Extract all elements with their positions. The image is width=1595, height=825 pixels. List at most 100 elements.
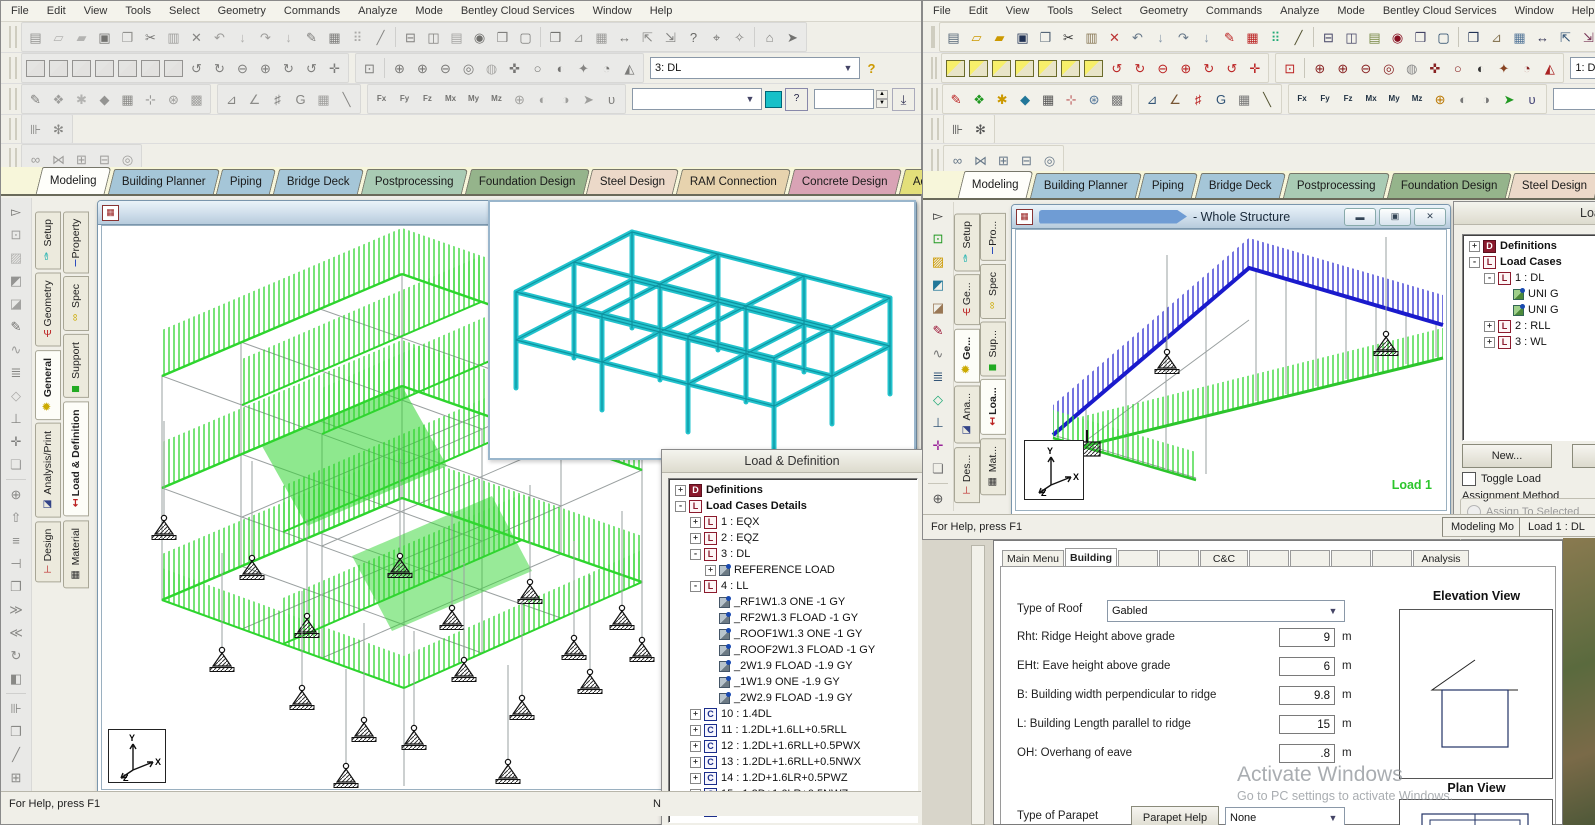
view-iso-se-icon[interactable] [946,59,966,77]
toolbar-grip[interactable] [931,88,938,110]
select-geometry-icon[interactable]: ◇ [926,388,950,411]
new-view-icon[interactable]: ❒ [1462,26,1485,49]
split-beam-icon[interactable]: ╲ [1256,88,1279,111]
rotate-ccw-icon[interactable]: ↺ [300,57,323,80]
insert-node-icon[interactable]: ❖ [968,88,991,111]
spin-right-icon[interactable]: ⊕ [1174,57,1197,80]
menu-analyze[interactable]: Analyze [1280,5,1319,17]
tab-bridge-deck[interactable]: Bridge Deck [1195,173,1287,198]
view-front-icon[interactable] [141,59,160,77]
zoom-in-icon[interactable]: ⊕ [1331,57,1354,80]
render-view-icon[interactable]: ⌂ [758,26,781,49]
refresh-view-icon[interactable]: ↻ [4,644,28,667]
previous-view-icon[interactable]: ≪ [4,621,28,644]
view-iso-ne-icon[interactable] [992,59,1012,77]
select-group-icon[interactable]: ❏ [4,453,28,476]
view-iso-sw-icon[interactable] [969,59,989,77]
tree-item-rf1w1-3-one-1-gy[interactable]: _RF1W1.3 ONE -1 GY [673,594,917,610]
copy-view-icon[interactable]: ❐ [4,575,28,598]
collapse-icon[interactable]: - [1469,256,1480,268]
toggle-load-checkbox[interactable]: Toggle Load [1462,472,1541,486]
page-tab-ana[interactable]: ◪ Ana... [954,385,980,444]
tab-modeling[interactable]: Modeling [957,171,1034,198]
tree-item-3-dl[interactable]: -L 3 : DL [673,546,917,562]
query-icon[interactable]: ✧ [728,26,751,49]
node-labels-icon[interactable]: ⇱ [1554,26,1577,49]
seismic-load-icon[interactable]: ➤ [577,88,600,111]
expand-icon[interactable]: + [690,532,701,544]
delete-icon[interactable]: ✕ [1103,26,1126,49]
tree-item-1w1-9-one-1-9-gy[interactable]: _1W1.9 ONE -1.9 GY [673,674,917,690]
zoom-out-icon[interactable]: ⊖ [434,57,457,80]
insert-grid-icon[interactable]: ▦ [312,88,335,111]
tree-item-uni-g[interactable]: UNI G [1467,286,1595,302]
page-tab-support[interactable]: ▄ Support [63,334,89,399]
assign-grid-icon[interactable]: ⠿ [346,26,369,49]
add-cursor-icon[interactable]: ✛ [926,434,950,457]
page-tab-setup[interactable]: ✑ Setup [954,213,980,272]
select-support-icon[interactable]: ⊥ [926,411,950,434]
tab-steel-design[interactable]: Steel Design [586,169,680,194]
translational-repeat-icon[interactable]: ⊿ [220,88,243,111]
rotate-up-icon[interactable]: ↺ [1105,57,1128,80]
dxf-import-grid-icon[interactable]: ▩ [1106,88,1129,111]
save-icon[interactable]: ▣ [93,26,116,49]
orbit-icon[interactable]: ✛ [1243,57,1266,80]
page-tab-ge[interactable]: ✹ Ge... [954,328,980,383]
ram-export-icon[interactable]: ⊟ [1015,149,1038,172]
spin-right-icon[interactable]: ⊕ [254,57,277,80]
rotate-down-icon[interactable]: ↻ [208,57,231,80]
pointer-query-icon[interactable]: ✦ [572,57,595,80]
expand-icon[interactable]: + [1484,320,1495,332]
split-horizontal-icon[interactable]: ⊣ [4,552,28,575]
select-plates-icon[interactable]: ◩ [926,273,950,296]
menu-select[interactable]: Select [169,5,200,17]
view-iso-ne-icon[interactable] [72,59,91,77]
page-tab-property[interactable]: I Property [63,211,89,274]
new-file-icon[interactable]: ▤ [942,26,965,49]
select-arc-icon[interactable]: ∿ [926,342,950,365]
view-right-icon[interactable] [1084,59,1104,77]
circular-repeat-icon[interactable]: ∠ [1164,88,1187,111]
search-icon[interactable]: ◔ [1515,57,1538,80]
dynamic-zoom-icon[interactable]: ⊕ [388,57,411,80]
load-items-combo[interactable]: ▼ [632,88,762,110]
minimize-button[interactable]: ▬ [1344,207,1376,226]
menu-geometry[interactable]: Geometry [218,5,266,17]
rotate-cw-icon[interactable]: ↻ [1197,57,1220,80]
snow-load-icon[interactable]: ◑ [1475,88,1498,111]
search-icon[interactable]: ◔ [595,57,618,80]
load-fy-icon[interactable]: Fy [393,88,416,111]
whole-structure-titlebar[interactable]: ▦ - Whole Structure ▬ ▣ ✕ [1012,205,1450,229]
form-tab-analysis[interactable]: Analysis [1413,550,1469,567]
menu-window[interactable]: Window [1515,5,1554,17]
paste-icon[interactable]: ▥ [1080,26,1103,49]
display-whole-structure-icon[interactable]: ◐ [549,57,572,80]
tree-item-load-cases-details[interactable]: - L Load Cases Details [673,498,917,514]
tree-item-1-eqx[interactable]: + L 1 : EQX [673,514,917,530]
tree-item-1-dl[interactable]: -L 1 : DL [1467,270,1595,286]
mirror-icon[interactable]: ♯ [266,88,289,111]
view-top-icon[interactable] [1038,59,1058,77]
rotate-down-icon[interactable]: ↻ [1128,57,1151,80]
export-doc-icon[interactable]: ▢ [1432,26,1455,49]
checkbox-icon[interactable] [1462,472,1476,486]
load-definition-panel-title[interactable]: Load & Definition [662,450,922,473]
moment-my-icon[interactable]: My [1383,88,1406,111]
copy-icon[interactable]: ❐ [116,26,139,49]
moment-mx-icon[interactable]: Mx [439,88,462,111]
dimension-icon[interactable]: ↔ [1531,26,1554,49]
check-model-icon[interactable]: ✎ [300,26,323,49]
menu-edit[interactable]: Edit [969,5,988,17]
open-file-icon[interactable]: ▱ [47,26,70,49]
zoom-window-icon[interactable]: ◎ [457,57,480,80]
load-wizard-icon[interactable]: ⊕ [1429,88,1452,111]
menu-help[interactable]: Help [1572,5,1595,17]
tab-steel-design[interactable]: Steel Design [1508,173,1595,198]
parapet-help-button[interactable]: Parapet Help [1131,806,1219,825]
redo-icon[interactable]: ↷ [1172,26,1195,49]
tab-building-planner[interactable]: Building Planner [107,169,220,194]
run-analysis-icon[interactable]: ⊪ [24,118,47,141]
select-nodes-icon[interactable]: ⊡ [926,227,950,250]
report-setup-icon[interactable]: ▤ [445,26,468,49]
